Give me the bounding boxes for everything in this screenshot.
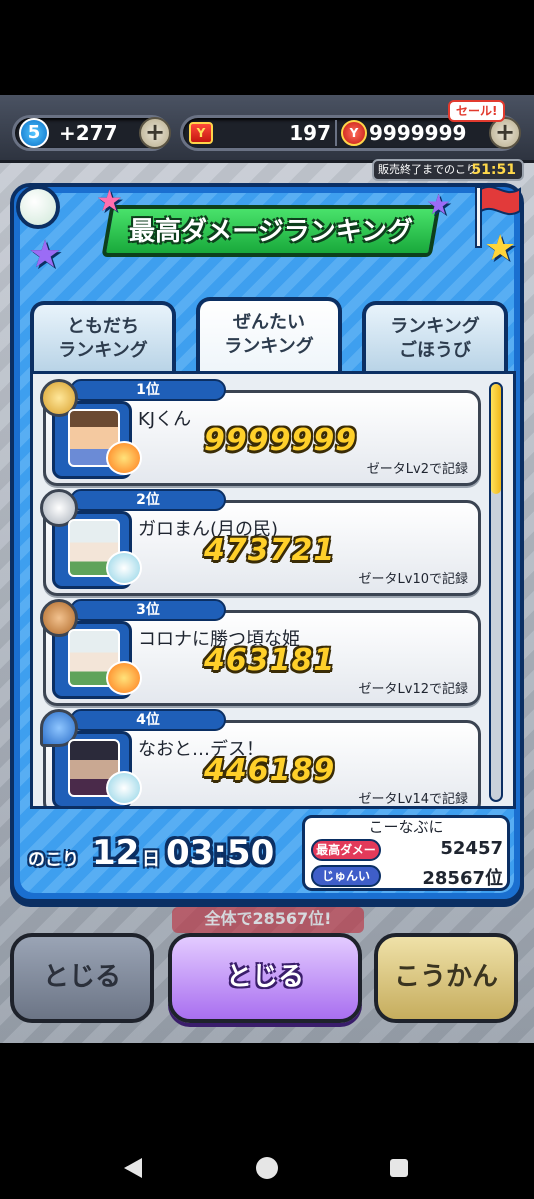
tab-label: ぜんたい [233,312,305,333]
coin-count: 9999999 [369,121,467,145]
close-button-secondary[interactable]: とじる [10,933,154,1023]
player-score: 446189 [204,753,336,788]
ticket-count: 197 [289,121,331,145]
record-note: ゼータLv10で記録 [358,572,468,587]
tab-ranking-rewards[interactable]: ランキング ごほうび [362,301,508,373]
system-nav-bar [0,1100,534,1199]
divider [335,120,337,146]
page-title: 最高ダメージランキング [129,217,413,247]
my-damage-row: 最高ダメージ 52457 [311,838,507,875]
add-stamina-button[interactable]: + [139,117,171,149]
tab-label: ランキング [58,340,148,361]
level-badge: 5 [19,118,49,148]
tab-overall-ranking[interactable]: ぜんたい ランキング [196,297,342,375]
player-score: 473721 [204,533,336,568]
tab-label: ごほうび [399,340,471,361]
flag-icon [475,186,521,248]
player-score: 463181 [204,643,336,678]
ranking-row[interactable]: 2位 ガロまん(月の民) 473721 ゼータLv10で記録 [40,489,481,596]
sale-timer-label: 販売終了までのこり [378,163,477,176]
ticket-icon: Y [189,122,213,144]
star-icon: ★ [96,184,123,219]
ranking-row[interactable]: 3位 コロナに勝つ頃な姫 463181 ゼータLv12で記録 [40,599,481,706]
close-button[interactable]: とじる [168,933,362,1023]
sale-timer-value: 51:51 [471,162,516,178]
tab-label: ランキング [224,336,314,357]
yokai-icon [106,551,142,585]
damage-tag: 最高ダメージ [311,839,381,875]
player-score: 9999999 [204,423,358,458]
rank-label: 1位 [70,379,226,401]
ranking-list[interactable]: 1位 KJくん 9999999 ゼータLv2で記録 2位 ガロまん(月の民) 4… [30,371,516,809]
exchange-button[interactable]: こうかん [374,933,518,1023]
recent-apps-icon[interactable] [390,1159,408,1177]
stamina-pill: 5 +277 + [12,115,171,151]
rank-tag: じゅんい [311,865,381,887]
overall-rank-banner: 全体で28567位! [172,907,364,933]
my-rank-value: 28567位 [422,868,503,889]
star-icon: ★ [426,188,452,221]
record-note: ゼータLv2で記録 [366,462,468,477]
yokai-icon [106,661,142,695]
rank-label: 4位 [70,709,226,731]
star-icon: ★ [28,232,63,276]
remaining-time: のこり 12 日 03:50 [28,827,298,887]
record-note: ゼータLv14で記録 [358,792,468,807]
rank-label: 2位 [70,489,226,511]
sale-timer: 販売終了までのこり 51:51 [372,159,524,181]
sale-badge[interactable]: セール! [448,100,506,122]
player-name: KJくん [138,409,192,430]
remaining-clock: 03:50 [166,833,275,873]
remaining-days: 12 [92,833,140,873]
game-screen: 5 +277 + Y 197 Y 9999999 + セール! 販売終了までのこ… [0,95,534,1043]
ranking-row[interactable]: 4位 なおと…デス！ 446189 ゼータLv14で記録 [40,709,481,807]
coin-icon: Y [341,120,367,146]
my-damage-value: 52457 [440,838,503,859]
tab-label: ともだち [67,316,139,337]
record-note: ゼータLv12で記録 [358,682,468,697]
back-icon[interactable] [124,1158,142,1178]
yokai-icon [106,771,142,805]
remaining-label: のこり [28,850,79,870]
my-rank-row: じゅんい 28567位 [311,864,507,889]
scrollbar-thumb[interactable] [491,384,501,494]
ranking-panel: 最高ダメージランキング ★ ★ ★ ★ ともだち ランキング ぜんたい ランキン… [10,183,524,903]
home-icon[interactable] [256,1157,278,1179]
resource-bar: 5 +277 + Y 197 Y 9999999 + セール! [0,95,534,163]
tab-friends-ranking[interactable]: ともだち ランキング [30,301,176,373]
stamina-value: +277 [59,121,118,145]
rank-label: 3位 [70,599,226,621]
ball-icon [16,185,60,229]
my-stats-card: こーなぶに 最高ダメージ 52457 じゅんい 28567位 [302,815,510,891]
yokai-icon [106,441,142,475]
ranking-row[interactable]: 1位 KJくん 9999999 ゼータLv2で記録 [40,379,481,486]
tab-label: ランキング [390,316,480,337]
my-name: こーなぶに [368,818,444,836]
day-unit: 日 [142,849,160,870]
scrollbar[interactable] [489,382,503,802]
